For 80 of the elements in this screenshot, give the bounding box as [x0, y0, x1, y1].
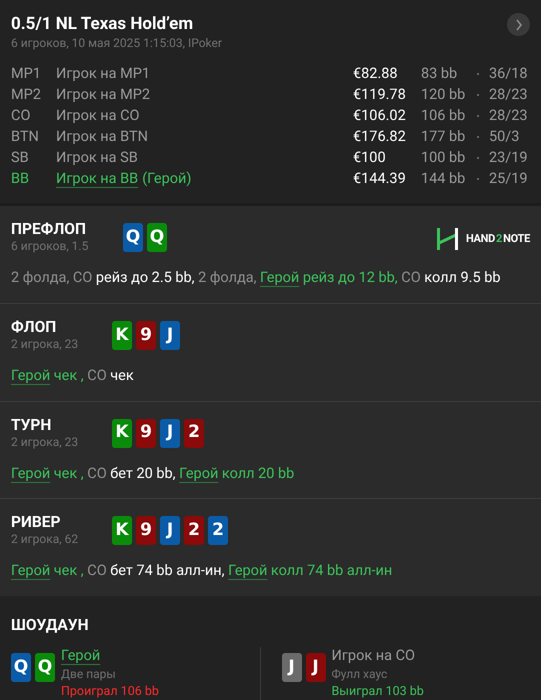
player-position: MP2	[11, 84, 42, 105]
logo-icon	[436, 228, 458, 250]
player-stack: €106.02	[353, 106, 407, 126]
player-name: Игрок на CO	[332, 647, 416, 666]
playing-card: J	[282, 653, 302, 682]
playing-card: 2	[184, 418, 204, 448]
street-info: 2 игрока, 23	[11, 434, 80, 450]
playing-card: Q	[147, 223, 167, 252]
player-bb: 177 bb	[421, 126, 466, 147]
playing-card: K	[112, 320, 132, 350]
player-name[interactable]: Герой	[61, 647, 100, 666]
hand-rank: Две пары	[61, 666, 117, 684]
next-button[interactable]	[507, 13, 530, 36]
hand-info: 6 игроков, 10 мая 2025 1:15:03, IPoker	[11, 35, 222, 52]
dot-separator-icon	[477, 94, 479, 96]
playing-card: K	[112, 516, 132, 546]
dot-separator-icon	[477, 156, 479, 158]
player-name: Игрок на MP1	[56, 64, 150, 84]
player-name: Игрок на MP2	[56, 84, 150, 105]
action-line: Герой чек , CO бет 20 bb, Герой колл 20 bb	[11, 464, 296, 484]
player-stats: 25/19	[489, 168, 529, 189]
player-stats: 23/19	[489, 148, 529, 168]
player-bb: 144 bb	[421, 168, 466, 189]
player-position: CO	[11, 106, 32, 126]
player-stack: €119.78	[353, 84, 407, 105]
hand-result: Выиграл 103 bb	[332, 683, 424, 700]
street-title: ПРЕФЛОП	[11, 219, 87, 239]
chevron-right-icon	[514, 18, 522, 30]
playing-card: 9	[136, 516, 156, 546]
player-stack: €100	[353, 148, 387, 168]
street-info: 6 игроков, 1.5	[11, 239, 90, 254]
playing-card: J	[306, 653, 326, 682]
player-stack: €176.82	[353, 126, 407, 147]
player-name[interactable]: Игрок на BB	[56, 168, 138, 190]
action-line: Герой чек , CO бет 74 bb алл-ин, Герой колл 74 bb алл-ин	[11, 561, 394, 582]
street-info: 2 игрока, 23	[11, 336, 80, 352]
player-stats: 36/18	[489, 64, 529, 84]
player-bb: 100 bb	[421, 148, 466, 168]
player-stack: €144.39	[353, 168, 407, 189]
playing-card: 2	[208, 516, 228, 546]
showdown-title: ШОУДАУН	[11, 615, 90, 636]
player-name: Игрок на CO	[56, 106, 140, 126]
player-position: BTN	[11, 126, 40, 147]
playing-card: Q	[35, 653, 55, 682]
table-title: 0.5/1 NL Texas Hold’em	[11, 13, 194, 35]
playing-card: 2	[184, 516, 204, 546]
street-title: ФЛОП	[11, 316, 58, 337]
player-stack: €82.88	[353, 64, 399, 84]
playing-card: J	[160, 418, 180, 448]
hand-result: Проиграл 106 bb	[61, 683, 159, 700]
street-title: ТУРН	[11, 414, 52, 434]
player-position: MP1	[11, 64, 42, 84]
player-position: SB	[11, 148, 30, 168]
dot-separator-icon	[477, 136, 479, 138]
playing-card: 9	[136, 418, 156, 448]
player-stats: 28/23	[489, 106, 529, 126]
street-title: РИВЕР	[11, 512, 62, 532]
dot-separator-icon	[477, 72, 479, 74]
player-bb: 83 bb	[421, 64, 458, 84]
playing-card: K	[112, 418, 132, 448]
playing-card: J	[160, 320, 180, 350]
dot-separator-icon	[477, 178, 479, 180]
logo-text: HAND2NOTE	[466, 230, 530, 247]
player-position: BB	[11, 168, 30, 189]
action-line: Герой чек , CO чек	[11, 366, 135, 386]
player-bb: 106 bb	[421, 106, 466, 126]
player-name: Игрок на BTN	[56, 126, 148, 147]
hand-rank: Фулл хаус	[332, 666, 388, 684]
playing-card: Q	[123, 223, 143, 252]
street-info: 2 игрока, 62	[11, 532, 80, 548]
player-bb: 120 bb	[421, 84, 466, 105]
action-line: 2 фолда, CO рейз до 2.5 bb, 2 фолда, Герой рейз до 12 bb, CO колл 9.5 bb	[11, 268, 502, 288]
hero-tag: (Герой)	[142, 168, 192, 190]
playing-card: 9	[136, 320, 156, 350]
player-stats: 50/3	[489, 126, 520, 147]
player-name: Игрок на SB	[56, 148, 138, 168]
player-stats: 28/23	[489, 84, 529, 105]
playing-card: Q	[11, 653, 31, 682]
playing-card: J	[160, 516, 180, 546]
dot-separator-icon	[477, 114, 479, 116]
